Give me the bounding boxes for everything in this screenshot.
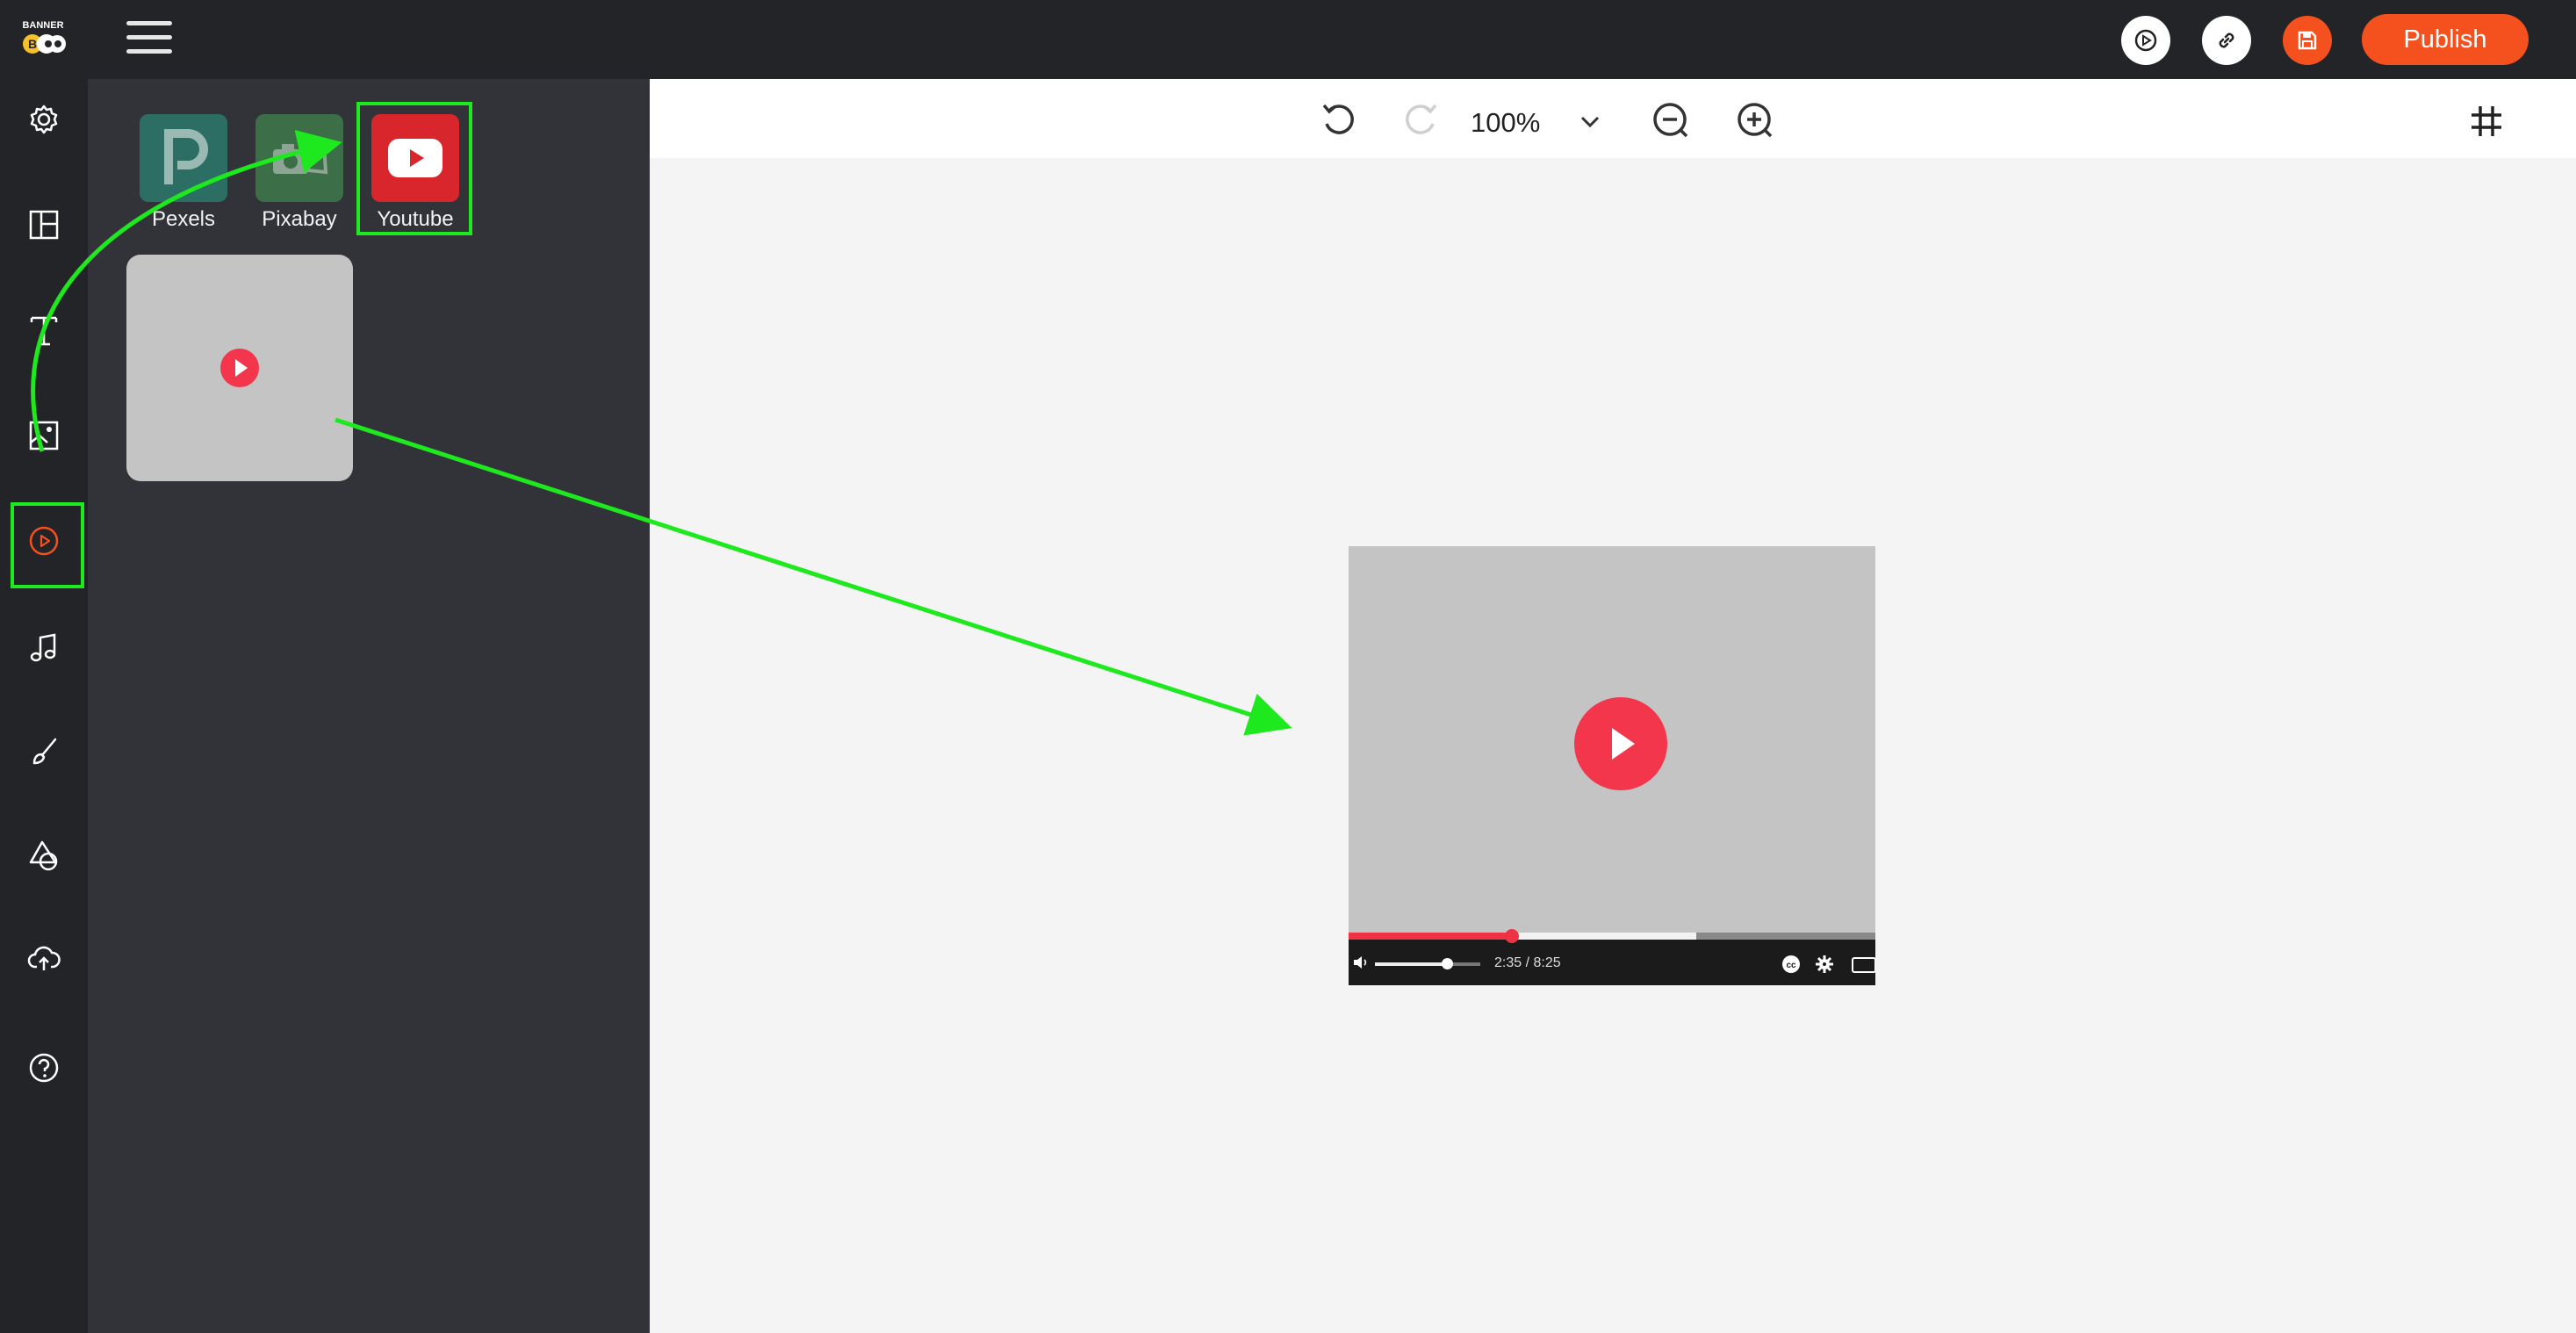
- brush-icon[interactable]: [18, 725, 70, 778]
- grid-icon: [2472, 106, 2501, 136]
- svg-text:BANNER: BANNER: [22, 20, 63, 31]
- menu-hamburger-button[interactable]: [126, 21, 172, 56]
- volume-icon[interactable]: [1352, 954, 1370, 971]
- zoom-out-button[interactable]: [1647, 97, 1696, 146]
- undo-button[interactable]: [1314, 95, 1364, 144]
- progress-knob[interactable]: [1505, 929, 1519, 943]
- play-icon[interactable]: [1574, 697, 1667, 790]
- zoom-in-icon: [1738, 103, 1773, 138]
- volume-fill: [1375, 962, 1447, 966]
- settings-gear-icon[interactable]: [1814, 954, 1835, 975]
- redo-button[interactable]: [1396, 95, 1445, 144]
- link-icon: [2219, 32, 2234, 48]
- youtube-video-thumbnail[interactable]: [126, 255, 353, 481]
- music-icon[interactable]: [18, 622, 70, 674]
- play-icon: [220, 349, 259, 387]
- zoom-level: 100%: [1471, 107, 1541, 138]
- grid-toggle-button[interactable]: [2462, 97, 2511, 146]
- volume-knob[interactable]: [1441, 958, 1453, 969]
- share-link-button[interactable]: [2202, 16, 2251, 65]
- zoom-in-button[interactable]: [1731, 97, 1781, 146]
- top-bar: BANNER B Publish: [0, 0, 2576, 79]
- redo-icon: [1406, 104, 1437, 134]
- shapes-icon[interactable]: [18, 829, 70, 882]
- youtube-selection-highlight: [356, 102, 472, 235]
- zoom-out-icon: [1653, 103, 1688, 138]
- media-panel: Pexels Pixabay Youtube: [88, 79, 650, 1333]
- pixabay-camera-icon: [255, 114, 343, 202]
- source-label: Pexels: [151, 207, 216, 231]
- svg-text:B: B: [28, 37, 37, 51]
- preview-button[interactable]: [2121, 16, 2170, 65]
- source-pexels[interactable]: Pexels: [140, 114, 227, 232]
- bannerboo-logo[interactable]: BANNER B: [18, 16, 68, 60]
- layout-icon[interactable]: [18, 198, 70, 251]
- fullscreen-icon[interactable]: [1851, 955, 1875, 975]
- svg-text:cc: cc: [1786, 961, 1796, 970]
- save-button[interactable]: [2283, 16, 2332, 65]
- upload-icon[interactable]: [18, 933, 70, 985]
- progress-played: [1349, 933, 1512, 940]
- chevron-down-icon: [1580, 116, 1600, 128]
- source-pixabay[interactable]: Pixabay: [255, 114, 343, 232]
- help-icon[interactable]: [18, 1041, 70, 1094]
- undo-icon: [1322, 104, 1354, 134]
- image-icon[interactable]: [18, 409, 70, 462]
- zoom-dropdown[interactable]: [1565, 97, 1615, 146]
- publish-button[interactable]: Publish: [2362, 14, 2529, 65]
- youtube-video-element[interactable]: 2:35 / 8:25 cc: [1349, 546, 1875, 985]
- text-icon[interactable]: [18, 304, 70, 357]
- pexels-icon: [140, 114, 227, 202]
- preview-play-icon: [2134, 29, 2157, 52]
- source-label: Pixabay: [262, 207, 337, 231]
- settings-icon[interactable]: [18, 93, 70, 146]
- captions-icon[interactable]: cc: [1781, 954, 1802, 975]
- floppy-disk-icon: [2298, 31, 2317, 50]
- video-icon[interactable]: [18, 515, 70, 567]
- left-tool-rail: [0, 79, 88, 1333]
- video-time: 2:35 / 8:25: [1494, 955, 1561, 970]
